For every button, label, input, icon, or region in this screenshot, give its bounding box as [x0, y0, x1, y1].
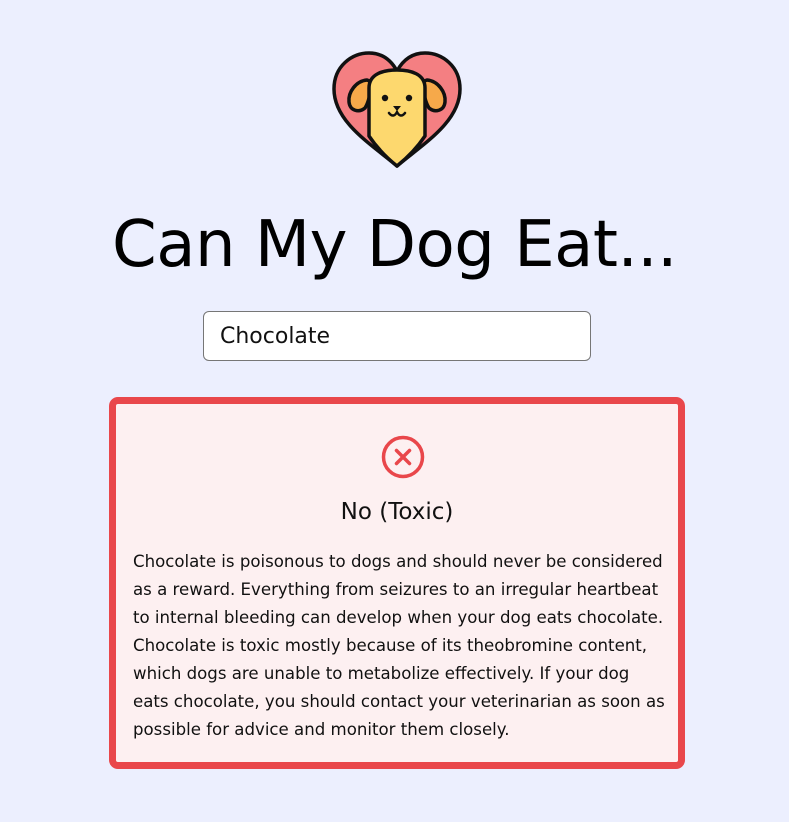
result-description: Chocolate is poisonous to dogs and shoul… — [133, 552, 665, 739]
dog-heart-logo — [331, 50, 463, 170]
page-title: Can My Dog Eat... — [112, 208, 677, 282]
food-search-input[interactable] — [203, 311, 591, 361]
dog-heart-icon — [332, 51, 462, 168]
verdict-label: No (Toxic) — [340, 499, 454, 525]
x-circle-icon — [381, 435, 425, 479]
result-card: No (Toxic) Chocolate is poisonous to dog… — [109, 397, 685, 769]
